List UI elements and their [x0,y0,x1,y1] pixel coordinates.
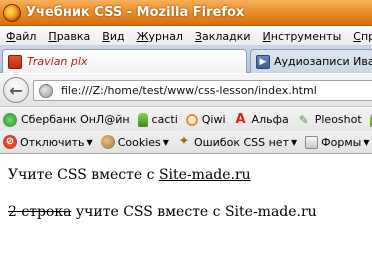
magic-wand-icon: ✦ [178,134,190,149]
tab-travian[interactable]: Travian plx [2,49,247,73]
tab-audio[interactable]: ▶ Аудиозаписи Ивана [250,49,372,73]
line1-text: Учите CSS вместе с [8,167,159,183]
firefox-logo-icon [3,3,21,22]
menu-help-accesskey: С [353,29,361,43]
sberbank-icon [3,112,17,127]
menu-edit-label: равка [56,29,91,43]
bookmarks-bar: Сбербанк ОнЛ@йн cacti Qiwi A Альфа ✎ Ple… [0,108,372,131]
menu-help[interactable]: Справка [347,27,372,45]
menu-history-accesskey: Ж [136,29,149,43]
bookmark-alfa[interactable]: A Альфа [234,111,289,127]
globe-icon [39,83,53,98]
bookmark-pleoshot[interactable]: ✎ Pleoshot [297,113,362,127]
menu-edit[interactable]: Правка [42,27,96,45]
content-line-2: 2 строка учите CSS вместе с Site-made.ru [8,204,317,220]
menu-tools-accesskey: И [262,29,271,43]
back-button[interactable]: ← [3,77,29,103]
bookmark-pleoshot-label: Pleoshot [314,113,362,126]
menu-view-label: ид [109,29,125,43]
url-bar[interactable]: file:///Z:/home/test/www/css-lesson/inde… [33,80,372,101]
navigation-bar: ← file:///Z:/home/test/www/css-lesson/in… [0,74,372,107]
content-line-1: Учите CSS вместе с Site-made.ru [8,167,251,183]
chevron-down-icon: ▼ [363,137,370,147]
bookmark-alfa-label: Альфа [251,113,289,126]
web-developer-toolbar: ⊘ Отключить ▼ Cookies ▼ ✦ Ошибок CSS нет… [0,131,372,154]
forms-icon [305,135,319,149]
menu-view-accesskey: В [102,29,110,43]
cookies-menu-button[interactable]: Cookies ▼ [100,135,169,149]
menu-file[interactable]: Файл [0,27,42,45]
cacti-icon [137,112,148,127]
window-title: Учебник CSS - Mozilla Firefox [26,5,245,20]
play-favicon-icon: ▶ [256,54,270,69]
tab-audio-label: Аудиозаписи Ивана [274,55,372,68]
chevron-down-icon: ▼ [86,137,93,147]
menu-history-label: урнал [148,29,183,43]
bookmark-sberbank-label: Сбербанк ОнЛ@йн [21,113,130,126]
menu-file-label: айл [15,29,37,43]
css-errors-button[interactable]: ✦ Ошибок CSS нет ▼ [177,135,297,149]
menu-edit-accesskey: П [48,29,57,43]
menu-history[interactable]: Журнал [131,27,189,45]
pleoshot-icon: ✎ [298,112,309,127]
cookies-label: Cookies [117,135,161,149]
chevron-down-icon: ▼ [290,137,298,147]
menu-help-label: правка [360,29,372,43]
page-content: Учите CSS вместе с Site-made.ru 2 строка… [0,155,372,273]
menu-view[interactable]: Вид [96,27,130,45]
line2-text: учите CSS вместе с Site-made.ru [71,204,317,220]
bookmark-qiwi-label: Qiwi [201,113,226,126]
back-arrow-icon: ← [9,80,23,100]
bookmark-cacti[interactable]: cacti [137,112,178,127]
travian-favicon-icon [8,54,22,69]
window-titlebar: Учебник CSS - Mozilla Firefox [0,0,372,26]
chevron-down-icon: ▼ [162,137,169,147]
cookie-icon [100,135,115,149]
menu-tools[interactable]: Инструменты [257,27,348,45]
disable-menu-button[interactable]: ⊘ Отключить ▼ [3,135,93,149]
tab-strip: Travian plx ▶ Аудиозаписи Ивана [0,46,372,73]
menu-bookmarks-accesskey: З [194,29,202,43]
strikethrough-text: 2 строка [8,204,72,220]
bookmark-cacti-label: cacti [151,113,178,126]
css-errors-label: Ошибок CSS нет [193,135,289,149]
alfa-icon: A [235,111,246,127]
menu-tools-label: нструменты [270,29,342,43]
menu-bookmarks-label: акладки [201,29,251,43]
menu-bar: Файл Правка Вид Журнал Закладки Инструме… [0,27,372,46]
site-made-link[interactable]: Site-made.ru [159,167,251,183]
forms-label: Формы [321,135,362,149]
url-text: file:///Z:/home/test/www/css-lesson/inde… [61,84,317,97]
forms-menu-button[interactable]: Формы ▼ [305,135,370,149]
disable-label: Отключить [20,135,85,149]
bookmark-sberbank[interactable]: Сбербанк ОнЛ@йн [3,112,130,127]
qiwi-icon [185,113,198,126]
menu-bookmarks[interactable]: Закладки [189,27,257,45]
tab-travian-label: Travian plx [27,55,88,68]
bookmark-qiwi[interactable]: Qiwi [185,113,226,126]
disable-icon: ⊘ [3,135,17,149]
